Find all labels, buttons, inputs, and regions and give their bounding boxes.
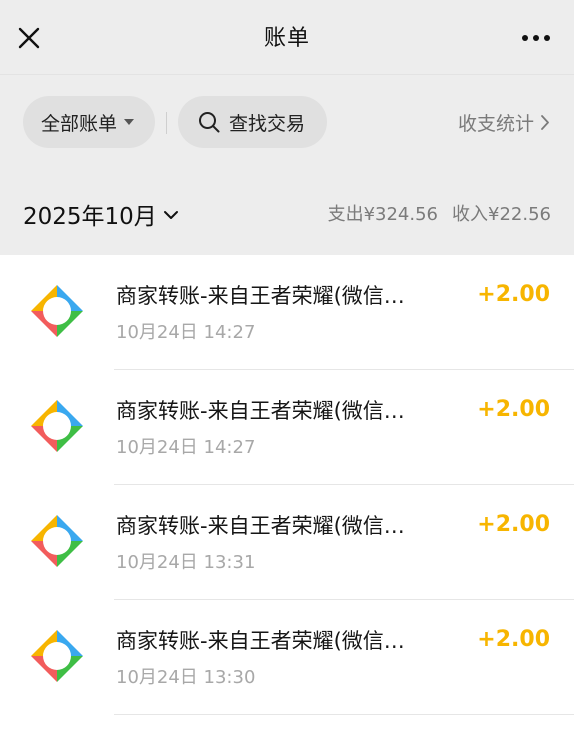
merchant-transfer-logo-icon (31, 630, 83, 682)
filter-divider (166, 112, 167, 134)
search-icon (199, 112, 220, 133)
transaction-title: 商家转账-来自王者荣耀(微信… (116, 514, 405, 538)
income-total: 收入¥22.56 (452, 204, 551, 225)
transaction-time: 10月24日 14:27 (116, 322, 256, 343)
transaction-time: 10月24日 13:30 (116, 667, 256, 688)
transaction-title: 商家转账-来自王者荣耀(微信… (116, 629, 405, 653)
more-icon (522, 35, 550, 41)
caret-down-icon (124, 119, 135, 125)
transaction-time: 10月24日 13:31 (116, 552, 256, 573)
transaction-time: 10月24日 14:27 (116, 437, 256, 458)
chevron-right-icon (541, 115, 549, 130)
transaction-amount: +2.00 (477, 627, 550, 652)
list-item[interactable]: 商家转账-来自王者荣耀(微信… 10月24日 14:27 +2.00 (0, 255, 574, 370)
month-summary: 支出¥324.56 收入¥22.56 (328, 200, 551, 226)
list-item[interactable]: 商家转账-来自王者荣耀(微信… 10月24日 14:27 +2.00 (0, 370, 574, 485)
income-expense-stats-link[interactable]: 收支统计 (458, 109, 550, 136)
expense-total: 支出¥324.56 (327, 204, 439, 225)
merchant-transfer-logo-icon (31, 400, 83, 452)
filter-bar: 全部账单 查找交易 收支统计 (0, 74, 574, 171)
merchant-transfer-logo-icon (31, 285, 83, 337)
row-divider (114, 714, 574, 715)
transaction-list: 商家转账-来自王者荣耀(微信… 10月24日 14:27 +2.00 商家转账-… (0, 255, 574, 715)
month-selector[interactable]: 2025年10月 (23, 197, 179, 231)
transaction-title: 商家转账-来自王者荣耀(微信… (116, 399, 405, 423)
page-title: 账单 (263, 26, 310, 51)
search-transactions-label: 查找交易 (229, 112, 306, 135)
list-item[interactable]: 商家转账-来自王者荣耀(微信… 10月24日 13:30 +2.00 (0, 600, 574, 715)
all-bills-dropdown[interactable]: 全部账单 (23, 96, 155, 148)
stats-label: 收支统计 (457, 113, 534, 135)
more-button[interactable] (518, 24, 554, 52)
all-bills-label: 全部账单 (41, 112, 118, 135)
transaction-amount: +2.00 (477, 397, 550, 422)
search-transactions-button[interactable]: 查找交易 (178, 96, 327, 148)
transaction-amount: +2.00 (477, 512, 550, 537)
nav-bar: 账单 (0, 0, 574, 74)
chevron-down-icon (163, 211, 178, 219)
transaction-title: 商家转账-来自王者荣耀(微信… (116, 284, 405, 308)
list-item[interactable]: 商家转账-来自王者荣耀(微信… 10月24日 13:31 +2.00 (0, 485, 574, 600)
merchant-transfer-logo-icon (31, 515, 83, 567)
transaction-amount: +2.00 (477, 282, 550, 307)
month-label: 2025年10月 (23, 204, 157, 230)
month-header: 2025年10月 支出¥324.56 收入¥22.56 (0, 171, 574, 255)
bill-screen: 账单 全部账单 查找交易 收支统计 2025年10月 支出¥324.56 收入¥… (0, 0, 574, 729)
